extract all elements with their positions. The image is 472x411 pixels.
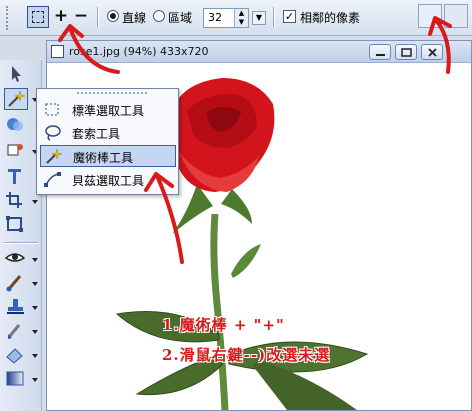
brush-tool-button[interactable]	[4, 272, 28, 294]
flyout-item-label: 貝茲選取工具	[72, 174, 145, 188]
eraser-tool-button[interactable]	[4, 344, 28, 366]
flyout-arrow-icon[interactable]	[32, 306, 38, 310]
pointer-tool-button[interactable]	[4, 64, 28, 86]
toolbar-grip[interactable]	[6, 6, 10, 30]
tolerance-value: 32	[208, 11, 222, 24]
pointer-icon	[12, 66, 21, 82]
magic-wand-icon	[46, 148, 62, 164]
flyout-arrow-icon[interactable]	[32, 354, 38, 358]
mode-radio-line[interactable]	[107, 10, 119, 22]
text-tool-button[interactable]	[4, 166, 28, 188]
shape-tool-button[interactable]	[4, 114, 28, 136]
fill-tool-button[interactable]	[4, 140, 28, 162]
paint-tool-button[interactable]	[4, 320, 28, 342]
resize-icon	[6, 216, 23, 232]
document-titlebar[interactable]: rose1.jpg (94%) 433x720	[47, 41, 471, 63]
flyout-arrow-icon[interactable]	[32, 330, 38, 334]
minimize-button[interactable]	[369, 44, 391, 60]
text-icon	[8, 169, 21, 184]
eraser-icon	[6, 348, 23, 364]
rectangle-select-icon	[32, 11, 44, 23]
flyout-item-label: 魔術棒工具	[73, 151, 134, 165]
redeye-tool-button[interactable]	[4, 248, 28, 270]
contiguous-checkbox[interactable]: ✓	[283, 10, 296, 23]
annotation-text-step2: 2.滑鼠右鍵--)改選未選	[162, 346, 331, 364]
flyout-arrow-icon[interactable]	[32, 378, 38, 382]
brush-icon	[6, 275, 22, 292]
magic-wand-tool-button[interactable]	[4, 88, 28, 110]
document-title: rose1.jpg (94%) 433x720	[69, 45, 209, 58]
flyout-item-bezier[interactable]: 貝茲選取工具	[40, 169, 176, 191]
image-document-icon	[51, 45, 64, 58]
stamp-tool-button[interactable]	[4, 296, 28, 318]
tolerance-stepper[interactable]: 32 ▲ ▼	[203, 8, 249, 28]
app-window: + − 直線 區域 32 ▲ ▼ ▼ ✓ 相鄰的像素 rose1.jpg (94…	[0, 0, 472, 411]
add-selection-button[interactable]: +	[52, 5, 70, 27]
flyout-grip[interactable]	[77, 92, 147, 94]
toolbar-divider	[273, 7, 275, 27]
gradient-tool-button[interactable]	[4, 368, 28, 390]
rectangle-select-icon	[45, 103, 59, 116]
paint-icon	[8, 324, 21, 339]
flyout-item-label: 標準選取工具	[72, 104, 145, 118]
flyout-arrow-icon[interactable]	[32, 200, 38, 204]
mode-label-line: 直線	[122, 11, 147, 25]
lasso-icon	[45, 125, 61, 141]
bezier-icon	[44, 172, 61, 187]
subtract-selection-button[interactable]: −	[72, 5, 90, 27]
stepper-arrows[interactable]: ▲ ▼	[234, 9, 248, 27]
tolerance-dropdown-button[interactable]: ▼	[252, 11, 266, 25]
fill-icon	[7, 144, 23, 156]
flyout-arrow-icon[interactable]	[32, 282, 38, 286]
toolbar-extra-button[interactable]	[444, 4, 468, 28]
close-icon	[428, 48, 437, 57]
mode-radio-area[interactable]	[153, 10, 165, 22]
flyout-arrow-icon[interactable]	[32, 258, 38, 262]
new-selection-button[interactable]	[27, 6, 49, 28]
selection-tools-flyout: 標準選取工具 套索工具 魔術棒工具 貝茲選取工具	[36, 88, 179, 195]
options-toolbar: + − 直線 區域 32 ▲ ▼ ▼ ✓ 相鄰的像素	[0, 0, 472, 36]
stamp-icon	[7, 299, 24, 314]
restore-icon	[401, 48, 412, 57]
flyout-item-magic-wand[interactable]: 魔術棒工具	[40, 145, 176, 167]
flyout-item-lasso[interactable]: 套索工具	[40, 122, 176, 144]
restore-button[interactable]	[395, 44, 417, 60]
eye-icon	[4, 253, 26, 262]
flyout-item-label: 套索工具	[72, 127, 121, 141]
close-button[interactable]	[421, 44, 443, 60]
gradient-icon	[6, 371, 24, 386]
annotation-text-step1: 1.魔術棒 + "+"	[162, 316, 285, 334]
crop-icon	[6, 192, 22, 208]
mode-label-area: 區域	[168, 11, 193, 25]
shape-icon	[7, 118, 23, 131]
crop-tool-button[interactable]	[4, 190, 28, 212]
contiguous-label: 相鄰的像素	[300, 11, 361, 25]
toolbar-divider	[97, 7, 99, 27]
magic-wand-icon	[8, 90, 26, 107]
minimize-icon	[376, 54, 385, 56]
toolbar-extra-button[interactable]	[418, 4, 442, 28]
toolbox-divider	[4, 242, 38, 244]
resize-tool-button[interactable]	[4, 214, 28, 236]
flyout-item-standard-select[interactable]: 標準選取工具	[40, 99, 176, 121]
